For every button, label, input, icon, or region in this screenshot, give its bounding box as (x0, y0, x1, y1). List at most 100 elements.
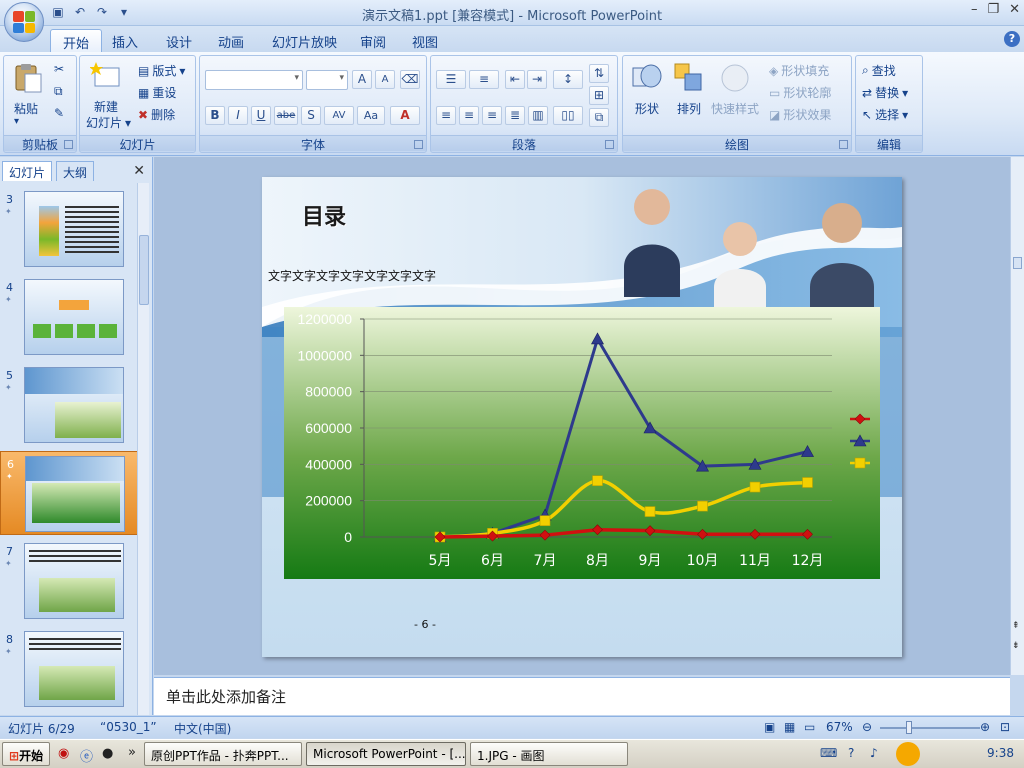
slide-thumbnail-selected[interactable]: 6 ✦ (0, 451, 140, 535)
zoom-in-icon[interactable]: ⊕ (980, 720, 990, 734)
new-slide-label[interactable]: 新建 (94, 98, 118, 115)
zoom-slider[interactable] (880, 727, 980, 729)
language-indicator[interactable]: 中文(中国) (174, 720, 231, 737)
align-left-icon[interactable]: ≡ (436, 106, 456, 125)
data-point[interactable] (592, 475, 603, 486)
new-slide-button[interactable]: 幻灯片 ▾ (86, 114, 131, 131)
decrease-indent-icon[interactable]: ⇤ (505, 70, 525, 89)
quick-styles-icon[interactable] (719, 62, 751, 94)
font-name-combo[interactable]: ▾ (205, 70, 303, 90)
delete-button[interactable]: ✖ 删除 (138, 106, 175, 123)
shadow-button[interactable]: S (301, 106, 321, 125)
arrange-button[interactable]: 排列 (677, 100, 701, 117)
reset-button[interactable]: ▦ 重设 (138, 84, 176, 101)
slide-canvas[interactable]: 目录 文字文字文字文字文字文字文字 - 6 - 1200000 1000000 80… (262, 177, 902, 657)
format-painter-icon[interactable]: ✎ (54, 106, 64, 120)
tab-review[interactable]: 审阅 (348, 29, 398, 52)
tab-outline[interactable]: 大纲 (56, 161, 95, 181)
line-chart[interactable]: 120000010000008000006000004000002000000 … (284, 307, 880, 579)
tab-home[interactable]: 开始 (50, 29, 103, 52)
data-point[interactable] (697, 500, 708, 512)
taskbar-item-powerpoint[interactable]: Microsoft PowerPoint - [... (306, 742, 466, 766)
char-spacing-button[interactable]: AV (324, 106, 354, 125)
data-point[interactable] (539, 515, 551, 526)
data-point[interactable] (749, 481, 761, 493)
shape-effects-button[interactable]: ◪ 形状效果 (769, 106, 831, 123)
taskbar-item-paint[interactable]: 1.JPG - 画图 (470, 742, 628, 766)
next-slide-icon[interactable]: ⇟ (1012, 642, 1020, 651)
shapes-button[interactable]: 形状 (635, 100, 659, 117)
tab-slides[interactable]: 幻灯片 (2, 161, 53, 181)
help-icon[interactable]: ? (1004, 31, 1020, 47)
start-button[interactable]: ⊞开始 (2, 742, 50, 766)
slide-thumbnail[interactable]: 7 ✦ (0, 539, 140, 623)
increase-indent-icon[interactable]: ⇥ (527, 70, 547, 89)
grow-font-button[interactable]: A (352, 70, 372, 89)
data-point[interactable] (644, 506, 656, 517)
fit-to-window-icon[interactable]: ⊡ (1000, 720, 1010, 734)
close-panel-icon[interactable]: ✕ (133, 163, 145, 179)
distributed-icon[interactable]: ▥ (528, 106, 548, 125)
taskbar-item-browser[interactable]: 原创PPT作品 - 扑奔PPT... (144, 742, 302, 766)
slide-thumbnail[interactable]: 5 ✦ (0, 363, 140, 447)
slide-thumbnail[interactable]: 4 ✦ (0, 275, 140, 359)
zoom-slider-thumb[interactable] (906, 721, 912, 734)
volume-icon[interactable]: ♪ (870, 746, 878, 760)
tab-design[interactable]: 设计 (154, 29, 204, 52)
layout-button[interactable]: ▤ 版式 ▾ (138, 62, 185, 79)
minimize-icon[interactable]: – (971, 2, 978, 17)
vertical-scrollbar[interactable]: ⇞ ⇟ (1010, 157, 1024, 675)
slide-thumbnail[interactable]: 3 ✦ (0, 187, 140, 271)
clear-format-icon[interactable]: ⌫ (400, 70, 420, 89)
app-launcher-icon[interactable]: ◉ (58, 746, 69, 761)
font-color-button[interactable]: A (390, 106, 420, 125)
more-icon[interactable]: » (128, 745, 136, 760)
data-point[interactable] (802, 477, 813, 488)
strikethrough-button[interactable]: abe (274, 106, 298, 125)
dialog-launcher-icon[interactable] (605, 140, 614, 149)
select-button[interactable]: ↖ 选择 ▾ (862, 106, 908, 123)
text-direction-icon[interactable]: ⇅ (589, 64, 609, 83)
bullets-icon[interactable]: ☰ (436, 70, 466, 89)
normal-view-icon[interactable]: ▣ (764, 720, 775, 734)
quick-styles-button[interactable]: 快速样式 (711, 100, 759, 117)
justify-icon[interactable]: ≣ (505, 106, 525, 125)
paste-icon[interactable] (12, 62, 44, 94)
columns-icon[interactable]: ▯▯ (553, 106, 583, 125)
shrink-font-button[interactable]: A (375, 70, 395, 89)
keyboard-icon[interactable]: ⌨ (820, 746, 837, 760)
shape-outline-button[interactable]: ▭ 形状轮廓 (769, 84, 831, 101)
help-tray-icon[interactable]: ? (848, 746, 854, 760)
office-button[interactable] (4, 2, 44, 42)
browser-icon[interactable]: ⓔ (80, 746, 93, 765)
tab-view[interactable]: 视图 (400, 29, 450, 52)
copy-icon[interactable]: ⧉ (54, 84, 63, 99)
new-slide-icon[interactable] (90, 60, 122, 92)
change-case-button[interactable]: Aa (357, 106, 385, 125)
dialog-launcher-icon[interactable] (414, 140, 423, 149)
slide-sorter-icon[interactable]: ▦ (784, 720, 795, 734)
italic-button[interactable]: I (228, 106, 248, 125)
prev-slide-icon[interactable]: ⇞ (1012, 622, 1020, 631)
dialog-launcher-icon[interactable] (839, 140, 848, 149)
dialog-launcher-icon[interactable] (64, 140, 73, 149)
underline-button[interactable]: U (251, 106, 271, 125)
align-text-icon[interactable]: ⊞ (589, 86, 609, 105)
close-icon[interactable]: ✕ (1009, 2, 1020, 17)
cut-icon[interactable]: ✂ (54, 62, 64, 76)
font-size-combo[interactable]: ▾ (306, 70, 348, 90)
shape-fill-button[interactable]: ◈ 形状填充 (769, 62, 829, 79)
align-center-icon[interactable]: ≡ (459, 106, 479, 125)
replace-button[interactable]: ⇄ 替换 ▾ (862, 84, 908, 101)
paste-button[interactable]: 粘贴 (14, 100, 38, 117)
tab-slideshow[interactable]: 幻灯片放映 (260, 29, 349, 52)
zoom-level[interactable]: 67% (826, 720, 853, 734)
tab-insert[interactable]: 插入 (100, 29, 150, 52)
smartart-icon[interactable]: ⧉ (589, 108, 609, 127)
zoom-out-icon[interactable]: ⊖ (862, 720, 872, 734)
line-spacing-icon[interactable]: ↕ (553, 70, 583, 89)
qq-icon[interactable]: ● (102, 746, 113, 761)
legend-marker[interactable] (854, 457, 866, 469)
scroll-thumb[interactable] (1013, 257, 1022, 269)
arrange-icon[interactable] (673, 62, 705, 94)
